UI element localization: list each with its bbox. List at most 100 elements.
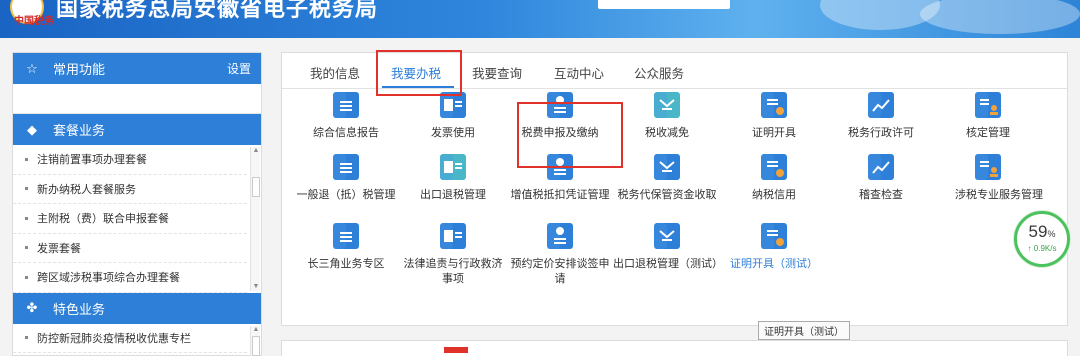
function-tile-label: 核定管理 [966, 127, 1010, 139]
bullet-icon [25, 216, 28, 220]
active-tab-highlight-box [376, 50, 462, 96]
list-item-label: 发票套餐 [37, 242, 81, 255]
yangtze-delta-icon [331, 221, 361, 251]
tax-declaration-highlight-box [517, 102, 623, 168]
list-item-label: 防控新冠肺炎疫情税收优惠专栏 [37, 332, 191, 345]
list-item-label: 跨区域涉税事项综合办理套餐 [37, 272, 180, 285]
certificate-test-icon [759, 221, 789, 251]
diamond-icon: ◆ [27, 121, 37, 137]
certificate-icon [759, 90, 789, 120]
left-sidebar: ☆ 常用功能 设置 ◆ 套餐业务 注销前置事项办理套餐 新办纳税人套餐服务 主附… [12, 52, 262, 356]
license-chart-icon [866, 90, 896, 120]
export-refund-icon [438, 152, 468, 182]
network-speed-widget[interactable]: 59% ↑ 0.9K/s [1014, 211, 1070, 267]
settings-link[interactable]: 设置 [227, 60, 251, 77]
list-item[interactable]: 防控新冠肺炎疫情税收优惠专栏 [13, 324, 247, 353]
function-tile-label: 税收减免 [645, 127, 689, 139]
pricing-agreement-icon [545, 221, 575, 251]
function-tile-label: 涉税专业服务管理 [955, 189, 1043, 201]
list-item-label: 注销前置事项办理套餐 [37, 154, 147, 167]
function-tile[interactable]: 法律追责与行政救济事项 [393, 221, 513, 285]
network-percent: 59% [1028, 222, 1056, 241]
function-tile[interactable]: 纳税信用 [714, 152, 834, 212]
function-tile[interactable]: 税收减免 [607, 90, 727, 150]
refund-icon [331, 152, 361, 182]
header-cloud-decoration [920, 0, 1080, 34]
function-tile-label: 证明开具（测试） [730, 258, 818, 270]
network-rate: ↑ 0.9K/s [1027, 244, 1057, 253]
function-tile[interactable]: 证明开具 [714, 90, 834, 150]
function-tile[interactable]: 一般退（抵）税管理 [286, 152, 406, 212]
function-tile-label: 法律追责与行政救济事项 [403, 258, 503, 285]
function-tile[interactable]: 证明开具（测试） [714, 221, 834, 281]
list-item-label: 新办纳税人套餐服务 [37, 183, 136, 196]
function-tile[interactable]: 税务代保管资金收取 [607, 152, 727, 212]
assessment-icon [973, 90, 1003, 120]
function-tile[interactable]: 涉税专业服务管理 [928, 152, 1048, 212]
bullet-icon [25, 246, 28, 250]
scrollbar-thumb[interactable] [252, 177, 260, 197]
special-business-header[interactable]: ✤ 特色业务 [13, 292, 261, 324]
function-tile[interactable]: 核定管理 [928, 90, 1048, 150]
function-tile-label: 增值税抵扣凭证管理 [510, 189, 610, 201]
scroll-up-icon[interactable]: ▲ [252, 326, 260, 334]
function-tile-label: 纳税信用 [752, 189, 796, 201]
header-search-input[interactable] [598, 0, 730, 9]
site-title: 国家税务总局安徽省电子税务局 [56, 0, 379, 21]
professional-service-icon [973, 152, 1003, 182]
scrollbar-thumb[interactable] [252, 335, 260, 356]
bullet-icon [25, 336, 28, 340]
tab-query[interactable]: 我要查询 [472, 63, 522, 82]
bullet-icon [25, 187, 28, 191]
function-tile-label: 证明开具 [752, 127, 796, 139]
common-functions-title: 常用功能 [53, 62, 106, 77]
function-tile-label: 税务代保管资金收取 [617, 189, 717, 201]
function-tile-label: 出口退税管理 [420, 189, 486, 201]
special-business-title: 特色业务 [53, 301, 106, 317]
function-tile-label: 税务行政许可 [848, 127, 914, 139]
document-upload-icon [331, 90, 361, 120]
function-tile-label: 长三角业务专区 [307, 258, 385, 270]
function-tile[interactable]: 出口退税管理（测试） [607, 221, 727, 281]
function-tile-label: 出口退税管理（测试） [613, 258, 723, 270]
inspection-icon [866, 152, 896, 182]
function-tile[interactable]: 税务行政许可 [821, 90, 941, 150]
special-list: 防控新冠肺炎疫情税收优惠专栏 ▲ [13, 324, 261, 356]
app-window: 中国税务 国家税务总局安徽省电子税务局 ☆ 常用功能 设置 ◆ 套餐业务 注销前… [0, 0, 1080, 356]
special-list-scrollbar[interactable]: ▲ [250, 325, 260, 356]
function-tile-label: 一般退（抵）税管理 [296, 189, 396, 201]
list-item[interactable]: 新办纳税人套餐服务 [13, 175, 247, 204]
bullet-icon [25, 157, 28, 161]
function-tile[interactable]: 出口退税管理 [393, 152, 513, 212]
logo-text: 中国税务 [14, 16, 54, 27]
scroll-up-icon[interactable]: ▲ [252, 147, 260, 155]
function-tile[interactable]: 预约定价安排谈签申请 [500, 221, 620, 285]
package-business-header[interactable]: ◆ 套餐业务 [13, 114, 261, 145]
function-tile[interactable]: 综合信息报告 [286, 90, 406, 150]
list-item[interactable]: 发票套餐 [13, 234, 247, 263]
star-outline-icon: ☆ [26, 60, 38, 76]
function-tile[interactable]: 长三角业务专区 [286, 221, 406, 281]
function-tile[interactable]: 发票使用 [393, 90, 513, 150]
tab-interaction-center[interactable]: 互动中心 [554, 63, 604, 82]
tab-public-service[interactable]: 公众服务 [634, 63, 684, 82]
list-item[interactable]: 注销前置事项办理套餐 [13, 145, 247, 175]
function-tile-label: 预约定价安排谈签申请 [510, 258, 610, 285]
tab-my-info[interactable]: 我的信息 [310, 63, 360, 82]
lower-panel [281, 340, 1068, 356]
export-refund-test-icon [652, 221, 682, 251]
legal-remedy-icon [438, 221, 468, 251]
scroll-down-icon[interactable]: ▼ [252, 283, 260, 291]
function-tile-label: 综合信息报告 [313, 127, 379, 139]
list-item[interactable]: 跨区域涉税事项综合办理套餐 [13, 263, 247, 293]
function-tile-label: 稽查检查 [859, 189, 903, 201]
lower-panel-marker [444, 347, 468, 353]
list-item[interactable]: 主附税（费）联合申报套餐 [13, 204, 247, 234]
function-tile[interactable]: 稽查检查 [821, 152, 941, 212]
package-list-scrollbar[interactable]: ▲ ▼ [250, 147, 260, 291]
common-functions-list [13, 84, 261, 114]
site-header: 中国税务 国家税务总局安徽省电子税务局 [0, 0, 1080, 38]
custody-funds-icon [652, 152, 682, 182]
package-list: 注销前置事项办理套餐 新办纳税人套餐服务 主附税（费）联合申报套餐 发票套餐 跨… [13, 145, 261, 293]
common-functions-header: ☆ 常用功能 设置 [13, 53, 261, 84]
